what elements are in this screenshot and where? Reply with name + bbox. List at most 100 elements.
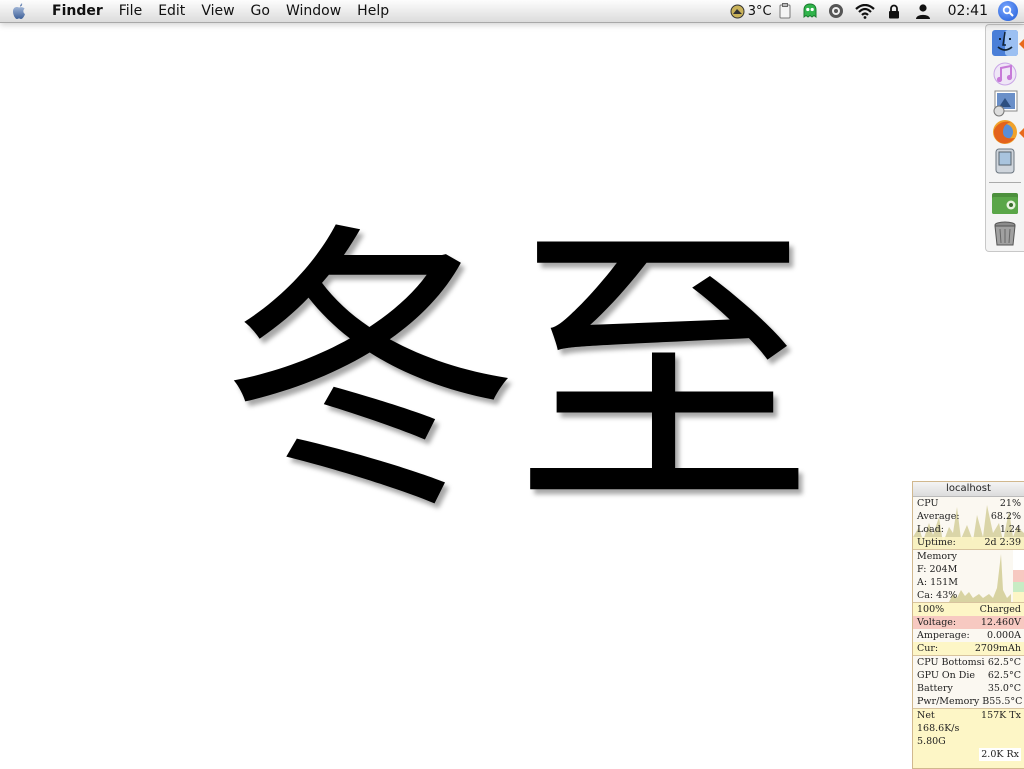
memory-cache-row: Ca: 43% <box>913 589 1024 602</box>
net-row: Net 157K Tx <box>913 709 1024 722</box>
temp-label: Battery <box>917 683 953 694</box>
wallpaper-characters: 冬至 <box>220 199 814 548</box>
pda-icon <box>995 148 1015 174</box>
net-rx-row: 2.0K Rx <box>913 748 1024 761</box>
menu-file[interactable]: File <box>111 0 150 22</box>
cpu-average-label: Average: <box>917 511 960 522</box>
dock-item-trash[interactable] <box>990 218 1020 248</box>
temp-row: GPU On Die 62.5°C <box>913 669 1024 682</box>
temp-value: 35.0°C <box>987 683 1021 694</box>
cpu-load-label: Load: <box>917 524 944 535</box>
temp-value: 62.5°C <box>987 657 1021 668</box>
amperage-value: 0.000A <box>986 630 1021 641</box>
amperage-row: Amperage: 0.000A <box>913 629 1024 642</box>
memory-label: Memory <box>917 551 957 562</box>
temp-label: Pwr/Memory B <box>917 696 990 707</box>
alien-menu[interactable] <box>798 0 822 22</box>
memory-cache: Ca: 43% <box>917 590 958 601</box>
memory-free-row: F: 204M <box>913 563 1024 576</box>
user-icon <box>915 4 930 19</box>
istat-panel: localhost CPU 21% Average: 68.2% Load: 1… <box>912 481 1024 769</box>
dock-item-finder[interactable] <box>990 28 1024 58</box>
clipboard-menu[interactable] <box>772 0 798 22</box>
temp-label: CPU Bottomsi <box>917 657 985 668</box>
istat-title: localhost <box>913 482 1024 497</box>
istat-temps-block: CPU Bottomsi 62.5°C GPU On Die 62.5°C Ba… <box>913 656 1024 709</box>
net-label: Net <box>917 710 935 721</box>
temp-row: Battery 35.0°C <box>913 682 1024 695</box>
menu-view[interactable]: View <box>193 0 242 22</box>
menu-help[interactable]: Help <box>349 0 397 22</box>
dock <box>985 24 1024 252</box>
apple-menu[interactable] <box>0 0 38 22</box>
voltage-value: 12.460V <box>980 617 1021 628</box>
voltage-row: Voltage: 12.460V <box>913 616 1024 629</box>
menu-app-finder[interactable]: Finder <box>38 0 111 22</box>
running-indicator <box>1019 39 1024 49</box>
menu-extras: 3°C 02:41 <box>724 0 1024 22</box>
amperage-label: Amperage: <box>917 630 970 641</box>
spotlight-button[interactable] <box>998 1 1018 21</box>
trash-icon <box>994 221 1016 246</box>
cpu-load-row: Load: 1.24 <box>913 523 1024 536</box>
firefox-icon <box>993 120 1017 144</box>
battery-row: 100% Charged <box>913 603 1024 616</box>
memory-free: F: 204M <box>917 564 958 575</box>
menu-clock[interactable]: 02:41 <box>938 3 998 19</box>
temp-row: Pwr/Memory B 55.5°C <box>913 695 1024 708</box>
cpu-row: CPU 21% <box>913 497 1024 510</box>
voltage-label: Voltage: <box>917 617 957 628</box>
lock-menu[interactable] <box>880 0 908 22</box>
menu-bar: Finder File Edit View Go Window Help 3°C <box>0 0 1024 23</box>
net-rate-row: 168.6K/s <box>913 722 1024 735</box>
temp-value: 55.5°C <box>989 696 1023 707</box>
memory-active-row: A: 151M <box>913 576 1024 589</box>
istat-cpu-block: CPU 21% Average: 68.2% Load: 1.24 Uptime… <box>913 497 1024 550</box>
net-total-row: 5.80G <box>913 735 1024 748</box>
cpu-uptime-value: 2d 2:39 <box>984 537 1021 548</box>
battery-percent: 100% <box>917 604 945 615</box>
dock-item-itunes[interactable] <box>990 59 1020 89</box>
temp-label: GPU On Die <box>917 670 976 681</box>
dock-item-pda[interactable] <box>990 146 1020 176</box>
wifi-menu[interactable] <box>850 0 880 22</box>
cpu-value: 21% <box>999 498 1021 509</box>
memory-active: A: 151M <box>917 577 958 588</box>
net-rate: 168.6K/s <box>917 723 960 734</box>
menu-edit[interactable]: Edit <box>150 0 193 22</box>
current-row: Cur: 2709mAh <box>913 642 1024 655</box>
dock-separator <box>989 182 1021 183</box>
circle-menu[interactable] <box>822 0 850 22</box>
temp-value: 62.5°C <box>987 670 1021 681</box>
apple-icon <box>13 3 25 20</box>
cpu-load-value: 1.24 <box>999 524 1021 535</box>
dock-item-firefox[interactable] <box>990 117 1024 147</box>
weather-menu[interactable]: 3°C <box>724 0 772 22</box>
istat-battery-block: 100% Charged Voltage: 12.460V Amperage: … <box>913 603 1024 656</box>
cpu-uptime-row: Uptime: 2d 2:39 <box>913 536 1024 549</box>
current-label: Cur: <box>917 643 939 654</box>
cpu-average-row: Average: 68.2% <box>913 510 1024 523</box>
temperature-readout: 3°C <box>747 3 772 19</box>
cpu-average-value: 68.2% <box>990 511 1021 522</box>
folder-icon <box>992 193 1018 214</box>
finder-icon <box>992 30 1018 56</box>
weather-icon <box>730 4 745 18</box>
user-menu[interactable] <box>908 0 938 22</box>
cpu-uptime-label: Uptime: <box>917 537 956 548</box>
dock-item-folder[interactable] <box>990 188 1020 218</box>
dock-item-preview[interactable] <box>990 88 1020 118</box>
lock-icon <box>888 4 899 18</box>
current-value: 2709mAh <box>974 643 1021 654</box>
itunes-icon <box>993 62 1017 86</box>
menu-go[interactable]: Go <box>243 0 278 22</box>
running-indicator <box>1019 128 1024 138</box>
spotlight-icon <box>1002 5 1014 17</box>
net-rx: 2.0K Rx <box>979 748 1021 761</box>
menu-window[interactable]: Window <box>278 0 349 22</box>
memory-row: Memory <box>913 550 1024 563</box>
temp-row: CPU Bottomsi 62.5°C <box>913 656 1024 669</box>
net-total: 5.80G <box>917 736 946 747</box>
istat-memory-block: Memory F: 204M A: 151M Ca: 43% <box>913 550 1024 603</box>
preview-icon <box>993 90 1018 117</box>
